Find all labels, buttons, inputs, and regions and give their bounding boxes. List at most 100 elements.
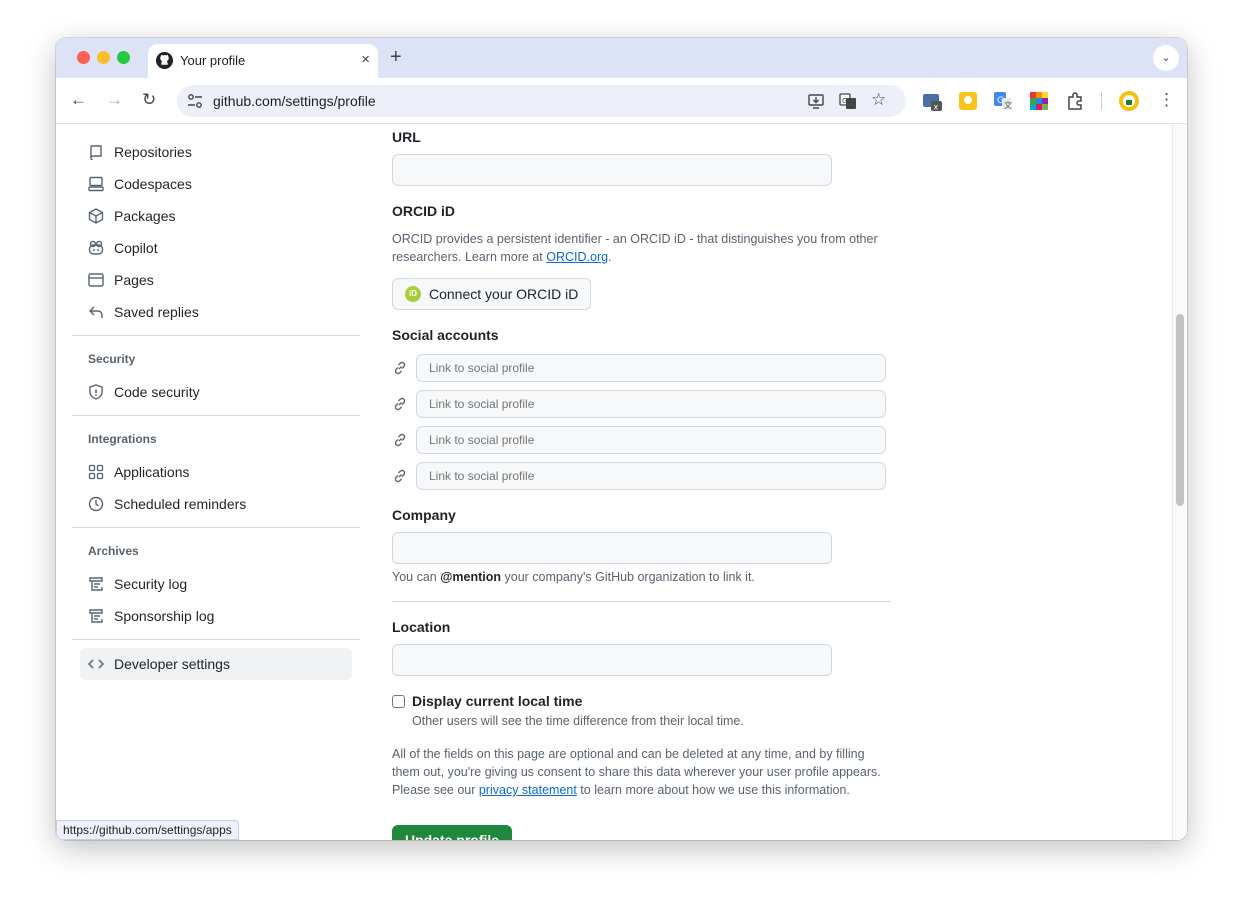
sidebar-item-packages[interactable]: Packages (80, 200, 352, 232)
copilot-icon (88, 240, 104, 255)
local-time-note: Other users will see the time difference… (412, 714, 744, 728)
social-profile-input[interactable] (416, 390, 886, 418)
sidebar-item-sponsorship-log[interactable]: Sponsorship log (80, 600, 352, 632)
orcid-label: ORCID iD (392, 203, 455, 219)
update-profile-button[interactable]: Update profile (392, 825, 512, 840)
log-icon (89, 577, 103, 591)
scrollbar-thumb[interactable] (1176, 314, 1184, 506)
social-account-row (392, 354, 886, 382)
browser-window: Your profile × + ⌄ ← → ↻ github.com/sett… (56, 38, 1187, 840)
sidebar-item-code-security[interactable]: Code security (80, 376, 352, 408)
url-input[interactable] (392, 154, 832, 186)
sidebar-item-repositories[interactable]: Repositories (80, 136, 352, 168)
consent-suffix: to learn more about how we use this info… (576, 783, 850, 797)
new-tab-button[interactable]: + (390, 46, 402, 69)
connect-orcid-label: Connect your ORCID iD (429, 286, 579, 302)
company-note-text: You can (392, 570, 441, 584)
local-time-label: Display current local time (412, 693, 583, 709)
google-translate-icon[interactable]: G文 (993, 91, 1013, 111)
sidebar-divider (72, 527, 360, 528)
sidebar-section-security: Security (88, 352, 136, 366)
orcid-description: ORCID provides a persistent identifier -… (392, 230, 902, 266)
apps-icon (88, 464, 104, 480)
sidebar-item-label: Packages (114, 208, 176, 224)
svg-text:G: G (842, 97, 847, 105)
back-icon[interactable]: ← (70, 90, 87, 110)
company-label: Company (392, 507, 456, 523)
social-profile-input[interactable] (416, 462, 886, 490)
scrollbar-track[interactable] (1172, 124, 1187, 840)
sidebar-section-integrations: Integrations (88, 432, 157, 446)
toolbar-divider (1101, 92, 1102, 110)
browser-menu-icon[interactable]: ⋮ (1158, 90, 1175, 110)
sidebar-item-label: Sponsorship log (114, 608, 215, 624)
link-icon (394, 469, 406, 483)
profile-avatar-icon[interactable] (1119, 91, 1139, 111)
privacy-statement-link[interactable]: privacy statement (479, 783, 577, 797)
install-app-icon[interactable] (807, 92, 825, 110)
sidebar-item-label: Code security (114, 384, 200, 400)
sidebar-item-scheduled-reminders[interactable]: Scheduled reminders (80, 488, 352, 520)
url-label: URL (392, 129, 421, 145)
color-picker-extension-icon[interactable] (1029, 91, 1049, 111)
location-label: Location (392, 619, 451, 635)
company-note: You can @mention your company's GitHub o… (392, 568, 902, 586)
social-profile-input[interactable] (416, 354, 886, 382)
orcid-note-suffix: . (608, 250, 612, 264)
forward-icon[interactable]: → (106, 90, 123, 110)
minimize-window-button[interactable] (97, 51, 110, 64)
code-icon (88, 659, 104, 669)
local-time-checkbox[interactable] (392, 695, 405, 708)
tab-search-button[interactable]: ⌄ (1153, 45, 1179, 71)
orcid-note-text: ORCID provides a persistent identifier -… (392, 232, 878, 264)
sidebar-item-applications[interactable]: Applications (80, 456, 352, 488)
browser-toolbar: ← → ↻ github.com/settings/profile G ☆ x … (56, 78, 1187, 124)
sidebar-divider (72, 639, 360, 640)
shield-icon (89, 384, 103, 400)
site-info-icon[interactable] (187, 93, 203, 109)
github-icon (156, 52, 173, 69)
tab-your-profile[interactable]: Your profile × (148, 44, 378, 78)
sidebar-item-pages[interactable]: Pages (80, 264, 352, 296)
bookmark-star-icon[interactable]: ☆ (871, 90, 886, 110)
log-icon (89, 609, 103, 623)
clock-icon (88, 496, 104, 512)
sidebar-item-label: Copilot (114, 240, 158, 256)
orcid-link[interactable]: ORCID.org (546, 250, 608, 264)
sidebar-item-label: Pages (114, 272, 154, 288)
url-text: github.com/settings/profile (213, 93, 376, 109)
sidebar-item-codespaces[interactable]: Codespaces (80, 168, 352, 200)
orcid-icon: iD (405, 286, 421, 302)
sidebar-item-label: Applications (114, 464, 190, 480)
status-bar-url: https://github.com/settings/apps (56, 820, 239, 840)
repo-icon (90, 145, 102, 160)
reload-icon[interactable]: ↻ (142, 90, 156, 110)
sidebar-item-saved-replies[interactable]: Saved replies (80, 296, 352, 328)
tab-strip: Your profile × + ⌄ (56, 38, 1187, 78)
page-content: Repositories Codespaces Packages Copilot… (56, 124, 1187, 840)
tab-title: Your profile (180, 53, 246, 68)
package-icon (88, 208, 104, 224)
sidebar-section-archives: Archives (88, 544, 139, 558)
close-window-button[interactable] (77, 51, 90, 64)
extension-yellow-icon[interactable] (958, 91, 978, 111)
sidebar-divider (72, 335, 360, 336)
sidebar-item-developer-settings[interactable]: Developer settings (80, 648, 352, 680)
translate-icon[interactable]: G (839, 92, 857, 110)
address-bar[interactable]: github.com/settings/profile G ☆ (177, 85, 906, 117)
sidebar-item-security-log[interactable]: Security log (80, 568, 352, 600)
social-profile-input[interactable] (416, 426, 886, 454)
social-account-row (392, 462, 886, 490)
connect-orcid-button[interactable]: iD Connect your ORCID iD (392, 278, 592, 310)
maximize-window-button[interactable] (117, 51, 130, 64)
mention-text: @mention (440, 570, 502, 584)
form-divider (392, 601, 891, 602)
extensions-puzzle-icon[interactable] (1065, 91, 1085, 111)
close-tab-icon[interactable]: × (361, 51, 370, 68)
sidebar-item-copilot[interactable]: Copilot (80, 232, 352, 264)
extension-screen-icon[interactable]: x (922, 91, 942, 111)
company-input[interactable] (392, 532, 832, 564)
sidebar-item-label: Codespaces (114, 176, 192, 192)
location-input[interactable] (392, 644, 832, 676)
link-icon (394, 397, 406, 411)
